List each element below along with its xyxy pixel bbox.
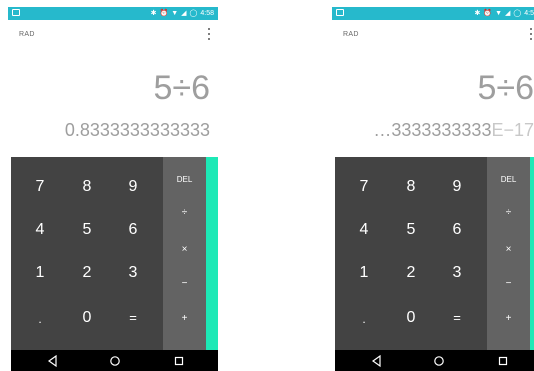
key-decimal[interactable]: . [349,309,379,329]
keypad: 7 8 9 4 5 6 1 2 3 . 0 = DEL ÷ × − + [11,157,218,350]
subtract-button[interactable]: − [487,277,530,291]
delete-button[interactable]: DEL [163,173,206,187]
key-1[interactable]: 1 [349,263,379,283]
app-bar: RAD [332,20,534,48]
calculator-screen-right: ✱ ⏰ ▼ ◢ ◯ 4:5 RAD 5÷6 …3333333333E−17 7 … [332,7,534,371]
result-display: …3333333333E−17 [373,120,534,141]
key-0[interactable]: 0 [72,308,102,328]
calculator-screen-left: ✱ ⏰ ▼ ◢ ◯ 4:58 RAD 5÷6 0.8333333333333 7… [8,7,218,371]
key-2[interactable]: 2 [396,263,426,283]
keypad: 7 8 9 4 5 6 1 2 3 . 0 = DEL ÷ × − + [335,157,534,350]
key-4[interactable]: 4 [25,220,55,240]
key-5[interactable]: 5 [396,220,426,240]
status-time: 4:5 [524,10,534,17]
overflow-menu-icon[interactable] [206,28,212,40]
key-6[interactable]: 6 [442,220,472,240]
subtract-button[interactable]: − [163,277,206,291]
battery-icon: ◯ [189,10,198,17]
key-decimal[interactable]: . [25,309,55,329]
back-icon[interactable] [46,354,60,368]
key-9[interactable]: 9 [118,177,148,197]
bluetooth-icon: ✱ [150,10,157,17]
key-6[interactable]: 6 [118,220,148,240]
alarm-icon: ⏰ [483,10,493,17]
key-1[interactable]: 1 [25,263,55,283]
formula-display: 5÷6 [153,69,210,107]
key-2[interactable]: 2 [72,263,102,283]
advanced-panel-handle[interactable] [530,157,534,350]
navigation-bar [335,350,534,371]
status-bar: ✱ ⏰ ▼ ◢ ◯ 4:58 [8,7,218,20]
operator-column: DEL ÷ × − + [487,157,530,350]
add-button[interactable]: + [487,312,530,326]
result-text: …3333333333 [373,120,492,140]
key-9[interactable]: 9 [442,177,472,197]
key-7[interactable]: 7 [25,177,55,197]
operator-column: DEL ÷ × − + [163,157,206,350]
result-display: 0.8333333333333 [65,120,210,141]
sim-card-icon [336,8,346,18]
status-bar: ✱ ⏰ ▼ ◢ ◯ 4:5 [332,7,534,20]
formula-display: 5÷6 [477,69,534,107]
key-3[interactable]: 3 [118,263,148,283]
key-0[interactable]: 0 [396,308,426,328]
back-icon[interactable] [370,354,384,368]
wifi-icon: ▼ [171,10,179,17]
key-8[interactable]: 8 [396,177,426,197]
home-icon[interactable] [108,354,122,368]
battery-icon: ◯ [513,10,522,17]
divide-button[interactable]: ÷ [487,206,530,220]
multiply-button[interactable]: × [163,243,206,257]
sim-card-icon [12,8,22,18]
angle-mode-toggle[interactable]: RAD [19,31,35,38]
result-text: 0.8333333333333 [64,120,210,140]
key-equals[interactable]: = [442,308,472,328]
numpad: 7 8 9 4 5 6 1 2 3 . 0 = [11,157,163,350]
recents-icon[interactable] [496,354,510,368]
key-7[interactable]: 7 [349,177,379,197]
multiply-button[interactable]: × [487,243,530,257]
wifi-icon: ▼ [495,10,503,17]
home-icon[interactable] [432,354,446,368]
key-equals[interactable]: = [118,308,148,328]
add-button[interactable]: + [163,312,206,326]
divide-button[interactable]: ÷ [163,206,206,220]
key-8[interactable]: 8 [72,177,102,197]
delete-button[interactable]: DEL [487,173,530,187]
bluetooth-icon: ✱ [474,10,481,17]
navigation-bar [11,350,218,371]
key-4[interactable]: 4 [349,220,379,240]
signal-icon: ◢ [505,10,511,17]
key-3[interactable]: 3 [442,263,472,283]
advanced-panel-handle[interactable] [206,157,218,350]
angle-mode-toggle[interactable]: RAD [343,31,359,38]
app-bar: RAD [8,20,218,48]
signal-icon: ◢ [181,10,187,17]
status-time: 4:58 [200,10,214,17]
alarm-icon: ⏰ [159,10,169,17]
key-5[interactable]: 5 [72,220,102,240]
overflow-menu-icon[interactable] [528,28,534,40]
result-exponent: E−17 [491,120,534,140]
recents-icon[interactable] [172,354,186,368]
numpad: 7 8 9 4 5 6 1 2 3 . 0 = [335,157,487,350]
